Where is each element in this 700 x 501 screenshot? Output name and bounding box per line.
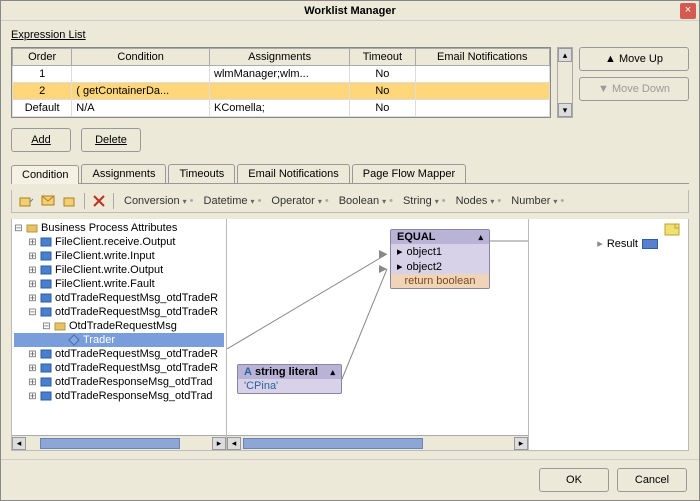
literal-value: 'CPina' <box>238 379 341 393</box>
menu-datetime[interactable]: Datetime ▾ • <box>200 195 266 207</box>
column-header[interactable]: Email Notifications <box>415 49 549 66</box>
table-row[interactable]: 1wlmManager;wlm...No <box>13 66 550 83</box>
tree-item[interactable]: ⊞FileClient.write.Input <box>14 249 224 263</box>
attribute-tree[interactable]: ⊟Business Process Attributes⊞FileClient.… <box>12 219 226 435</box>
tab-page-flow-mapper[interactable]: Page Flow Mapper <box>352 164 466 183</box>
delete-button[interactable]: Delete <box>81 128 141 152</box>
tree-item[interactable]: ⊞otdTradeResponseMsg_otdTrad <box>14 389 224 403</box>
equal-node[interactable]: EQUAL ▴ ▸ object1 ▸ object2 return boolea… <box>390 229 490 289</box>
table-row[interactable]: DefaultN/AKComella;No <box>13 100 550 117</box>
tab-condition[interactable]: Condition <box>11 165 79 184</box>
node-title: EQUAL <box>397 231 436 243</box>
collapse-icon[interactable]: ▴ <box>330 367 335 378</box>
menu-string[interactable]: String ▾ • <box>399 195 450 207</box>
menu-conversion[interactable]: Conversion ▾ • <box>120 195 198 207</box>
move-down-button[interactable]: ▼ Move Down <box>579 77 689 101</box>
tree-item[interactable]: ⊞otdTradeRequestMsg_otdTradeR <box>14 291 224 305</box>
tab-bar: ConditionAssignmentsTimeoutsEmail Notifi… <box>11 164 689 184</box>
column-header[interactable]: Order <box>13 49 72 66</box>
expression-grid[interactable]: OrderConditionAssignmentsTimeoutEmail No… <box>11 47 551 118</box>
tree-hscroll[interactable]: ◂▸ <box>12 435 226 450</box>
string-literal-node[interactable]: A string literal▴ 'CPina' <box>237 364 342 394</box>
tab-email-notifications[interactable]: Email Notifications <box>237 164 349 183</box>
tree-item[interactable]: ⊞otdTradeResponseMsg_otdTrad <box>14 375 224 389</box>
tree-item[interactable]: ⊞FileClient.write.Fault <box>14 277 224 291</box>
canvas-hscroll[interactable]: ◂▸ <box>227 435 528 450</box>
worklist-manager-window: Worklist Manager × Expression List Order… <box>0 0 700 501</box>
return-port: return boolean <box>391 274 489 288</box>
close-button[interactable]: × <box>680 3 696 19</box>
scroll-down-icon[interactable]: ▾ <box>558 103 572 117</box>
tree-item[interactable]: Trader <box>14 333 224 347</box>
grid-scrollbar[interactable]: ▴ ▾ <box>557 47 573 118</box>
scroll-up-icon[interactable]: ▴ <box>558 48 572 62</box>
expression-list-label: Expression List <box>11 29 689 41</box>
tree-item[interactable]: ⊞otdTradeRequestMsg_otdTradeR <box>14 347 224 361</box>
cancel-button[interactable]: Cancel <box>617 468 687 492</box>
note-icon <box>664 223 682 237</box>
port-object2[interactable]: ▸ object2 <box>391 259 489 274</box>
menu-boolean[interactable]: Boolean ▾ • <box>335 195 397 207</box>
tree-item[interactable]: ⊟otdTradeRequestMsg_otdTradeR <box>14 305 224 319</box>
add-button[interactable]: Add <box>11 128 71 152</box>
menu-number[interactable]: Number ▾ • <box>507 195 568 207</box>
tree-item[interactable]: ⊟OtdTradeRequestMsg <box>14 319 224 333</box>
ok-button[interactable]: OK <box>539 468 609 492</box>
menu-operator[interactable]: Operator ▾ • <box>267 195 332 207</box>
titlebar: Worklist Manager × <box>1 1 699 21</box>
table-row[interactable]: 2( getContainerDa...No <box>13 83 550 100</box>
result-port[interactable] <box>642 239 658 249</box>
tab-timeouts[interactable]: Timeouts <box>168 164 235 183</box>
move-up-button[interactable]: ▲ Move Up <box>579 47 689 71</box>
tree-item[interactable]: ⊞otdTradeRequestMsg_otdTradeR <box>14 361 224 375</box>
mapper-toolbar: Conversion ▾ •Datetime ▾ •Operator ▾ •Bo… <box>11 190 689 213</box>
tree-item[interactable]: ⊞FileClient.write.Output <box>14 263 224 277</box>
column-header[interactable]: Assignments <box>210 49 350 66</box>
window-title: Worklist Manager <box>304 5 396 17</box>
mapper-area: ⊟Business Process Attributes⊞FileClient.… <box>11 219 689 451</box>
mapping-canvas[interactable]: EQUAL ▴ ▸ object1 ▸ object2 return boolea… <box>227 219 528 450</box>
tab-assignments[interactable]: Assignments <box>81 164 166 183</box>
tree-root[interactable]: ⊟Business Process Attributes <box>14 221 224 235</box>
tool-icon-3[interactable] <box>62 193 78 209</box>
delete-icon[interactable] <box>91 193 107 209</box>
result-label: Result <box>607 238 638 250</box>
tool-icon-2[interactable] <box>40 193 56 209</box>
result-pane: ▸ Result <box>528 219 688 450</box>
node-title: string literal <box>255 366 318 378</box>
collapse-icon[interactable]: ▴ <box>478 232 483 243</box>
port-object1[interactable]: ▸ object1 <box>391 244 489 259</box>
tool-icon-1[interactable] <box>18 193 34 209</box>
column-header[interactable]: Condition <box>72 49 210 66</box>
tree-item[interactable]: ⊞FileClient.receive.Output <box>14 235 224 249</box>
menu-nodes[interactable]: Nodes ▾ • <box>452 195 506 207</box>
column-header[interactable]: Timeout <box>350 49 415 66</box>
